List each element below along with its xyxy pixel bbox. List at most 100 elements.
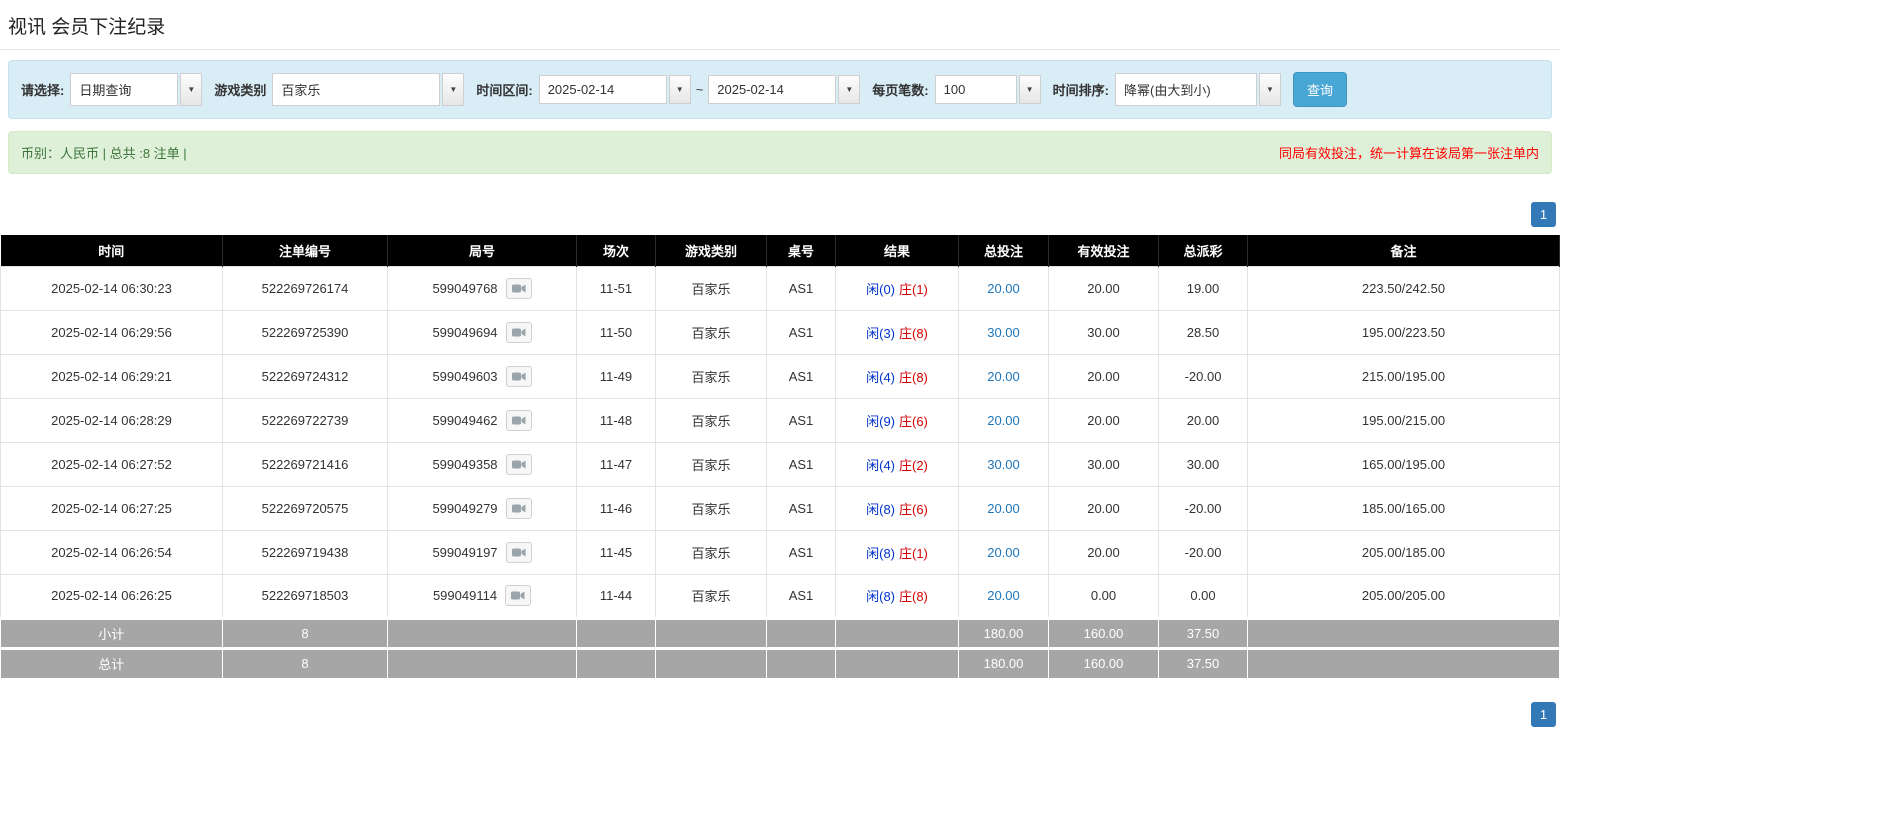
video-replay-icon[interactable] — [505, 409, 532, 431]
cell-result: 闲(4) 庄(8) — [835, 353, 959, 399]
chevron-down-icon[interactable]: ▼ — [1018, 75, 1041, 104]
cell-table-no: AS1 — [766, 573, 836, 619]
cell-round: 599049114 — [387, 573, 577, 619]
cell-total-bet: 20.00 — [958, 353, 1049, 399]
chevron-down-icon[interactable]: ▼ — [668, 75, 691, 104]
table-body: 2025-02-14 06:30:23 522269726174 5990497… — [0, 265, 1560, 619]
cell-bet-id: 522269719438 — [222, 529, 388, 575]
cell-game-type: 百家乐 — [655, 353, 767, 399]
filter-bar: 请选择: 日期查询 ▼ 游戏类别 百家乐 ▼ 时间区间: 2025-02-14 … — [8, 60, 1552, 119]
chevron-down-icon[interactable]: ▼ — [180, 73, 203, 106]
summary-empty-cell — [387, 616, 577, 648]
page-size-combo[interactable]: 100 ▼ — [934, 75, 1041, 104]
cell-bet-id: 522269725390 — [222, 309, 388, 355]
column-header-2: 局号 — [387, 235, 577, 266]
game-type-label: 游戏类别 — [214, 83, 267, 98]
cell-time: 2025-02-14 06:29:56 — [0, 309, 223, 355]
table-header-row: 时间 注单编号 局号 场次 游戏类别 桌号 结果 总投注 有效投注 总派彩 备注 — [0, 235, 1560, 266]
cell-total-bet: 30.00 — [958, 309, 1049, 355]
cell-time: 2025-02-14 06:27:25 — [0, 485, 223, 531]
cell-bet-id: 522269718503 — [222, 573, 388, 619]
cell-time: 2025-02-14 06:30:23 — [0, 265, 223, 311]
table-row: 2025-02-14 06:27:25 522269720575 5990492… — [0, 485, 1560, 531]
date-from-combo[interactable]: 2025-02-14 ▼ — [538, 75, 691, 104]
total-bet-link[interactable]: 30.00 — [987, 457, 1020, 472]
cell-payout: 28.50 — [1158, 309, 1248, 355]
cell-session: 11-46 — [576, 485, 656, 531]
search-button[interactable]: 查询 — [1292, 72, 1347, 107]
cell-result: 闲(3) 庄(8) — [835, 309, 959, 355]
total-count: 8 — [222, 646, 388, 678]
table-row: 2025-02-14 06:26:25 522269718503 5990491… — [0, 573, 1560, 619]
total-bet-link[interactable]: 20.00 — [987, 545, 1020, 560]
table-row: 2025-02-14 06:28:29 522269722739 5990494… — [0, 397, 1560, 443]
cell-bet-id: 522269726174 — [222, 265, 388, 311]
cell-session: 11-51 — [576, 265, 656, 311]
subtotal-count: 8 — [222, 616, 388, 648]
page-size-value[interactable]: 100 — [934, 75, 1017, 104]
total-row: 总计 8 180.00 160.00 37.50 — [0, 646, 1560, 678]
cell-total-bet: 20.00 — [958, 485, 1049, 531]
column-header-1: 注单编号 — [222, 235, 388, 266]
video-replay-icon[interactable] — [505, 277, 532, 299]
total-bet-link[interactable]: 30.00 — [987, 325, 1020, 340]
result-banker: 庄(1) — [899, 281, 928, 297]
page-button-1[interactable]: 1 — [1531, 202, 1556, 227]
result-banker: 庄(2) — [899, 457, 928, 473]
result-player: 闲(0) — [866, 281, 895, 297]
cell-result: 闲(8) 庄(1) — [835, 529, 959, 575]
cell-table-no: AS1 — [766, 265, 836, 311]
cell-payout: -20.00 — [1158, 485, 1248, 531]
chevron-down-icon[interactable]: ▼ — [442, 73, 465, 106]
chevron-down-icon[interactable]: ▼ — [838, 75, 861, 104]
date-from-value[interactable]: 2025-02-14 — [538, 75, 667, 104]
sort-value[interactable]: 降幂(由大到小) — [1114, 73, 1257, 106]
video-replay-icon[interactable] — [505, 497, 532, 519]
subtotal-label: 小计 — [0, 616, 223, 648]
video-replay-icon[interactable] — [505, 321, 532, 343]
cell-remark: 223.50/242.50 — [1247, 265, 1560, 311]
total-bet-link[interactable]: 20.00 — [987, 281, 1020, 296]
cell-session: 11-49 — [576, 353, 656, 399]
query-type-combo[interactable]: 日期查询 ▼ — [70, 73, 203, 106]
cell-table-no: AS1 — [766, 353, 836, 399]
cell-total-bet: 20.00 — [958, 397, 1049, 443]
video-replay-icon[interactable] — [505, 453, 532, 475]
summary-empty-cell — [576, 646, 656, 678]
cell-round: 599049694 — [387, 309, 577, 355]
cell-game-type: 百家乐 — [655, 441, 767, 487]
total-bet-link[interactable]: 20.00 — [987, 588, 1020, 603]
video-replay-icon[interactable] — [505, 365, 532, 387]
sort-label: 时间排序: — [1052, 83, 1109, 98]
page-button-1[interactable]: 1 — [1531, 702, 1556, 727]
cell-valid-bet: 30.00 — [1048, 309, 1159, 355]
chevron-down-icon[interactable]: ▼ — [1258, 73, 1281, 106]
round-id: 599049694 — [432, 324, 498, 340]
cell-remark: 185.00/165.00 — [1247, 485, 1560, 531]
column-header-5: 桌号 — [766, 235, 836, 266]
cell-valid-bet: 0.00 — [1048, 573, 1159, 619]
subtotal-total-bet: 180.00 — [958, 616, 1049, 648]
video-replay-icon[interactable] — [505, 541, 532, 563]
total-bet-link[interactable]: 20.00 — [987, 369, 1020, 384]
date-to-combo[interactable]: 2025-02-14 ▼ — [708, 75, 861, 104]
cell-game-type: 百家乐 — [655, 485, 767, 531]
cell-payout: 20.00 — [1158, 397, 1248, 443]
video-replay-icon[interactable] — [505, 585, 532, 606]
cell-session: 11-47 — [576, 441, 656, 487]
cell-remark: 215.00/195.00 — [1247, 353, 1560, 399]
cell-valid-bet: 30.00 — [1048, 441, 1159, 487]
table-row: 2025-02-14 06:29:21 522269724312 5990496… — [0, 353, 1560, 399]
query-type-value[interactable]: 日期查询 — [70, 73, 179, 106]
cell-valid-bet: 20.00 — [1048, 353, 1159, 399]
summary-empty-cell — [835, 616, 959, 648]
page: 视讯 会员下注纪录 请选择: 日期查询 ▼ 游戏类别 百家乐 ▼ 时间区间: 2… — [0, 0, 1560, 727]
total-bet-link[interactable]: 20.00 — [987, 501, 1020, 516]
sort-combo[interactable]: 降幂(由大到小) ▼ — [1114, 73, 1281, 106]
game-type-combo[interactable]: 百家乐 ▼ — [272, 73, 465, 106]
result-banker: 庄(6) — [899, 501, 928, 517]
summary-empty-cell — [766, 616, 836, 648]
total-bet-link[interactable]: 20.00 — [987, 413, 1020, 428]
date-to-value[interactable]: 2025-02-14 — [708, 75, 837, 104]
game-type-value[interactable]: 百家乐 — [272, 73, 441, 106]
